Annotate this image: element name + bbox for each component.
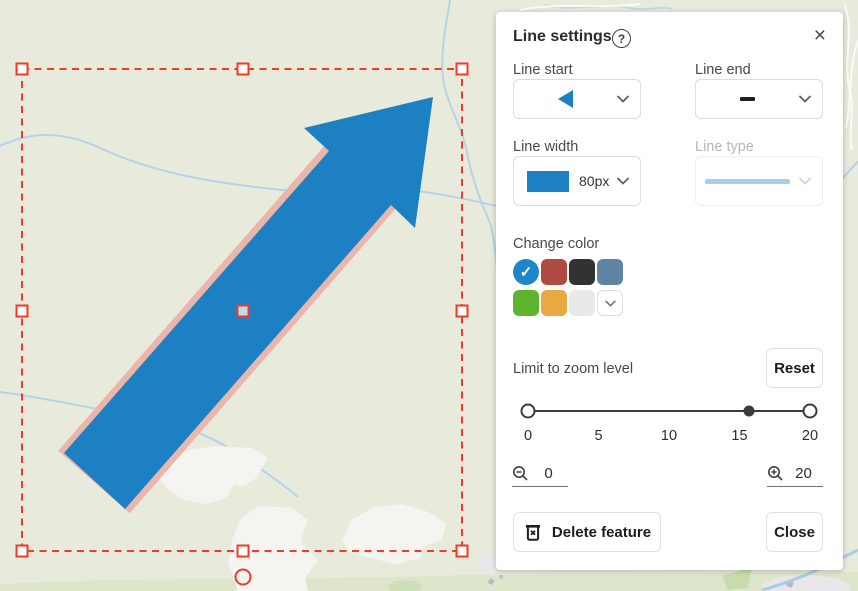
zoom-in-icon <box>767 465 784 482</box>
line-width-select[interactable]: 80px <box>513 156 641 206</box>
line-start-select[interactable] <box>513 79 641 119</box>
color-swatch-row-2 <box>513 290 623 316</box>
help-icon[interactable]: ? <box>612 29 631 48</box>
color-swatch-red[interactable] <box>541 259 567 285</box>
reset-button[interactable]: Reset <box>766 348 823 388</box>
slider-track[interactable] <box>528 410 810 413</box>
zoom-out-icon <box>512 465 529 482</box>
line-settings-panel: Line settings ? × Line start Line end Li… <box>496 12 843 570</box>
handle-mid-left[interactable] <box>17 306 28 317</box>
change-color-label: Change color <box>513 236 599 252</box>
color-swatch-row-1: ✓ <box>513 259 623 285</box>
handle-top-mid[interactable] <box>238 64 249 75</box>
app-window: Line settings ? × Line start Line end Li… <box>0 0 858 591</box>
slider-handle-max[interactable] <box>803 404 818 419</box>
trash-delete-icon <box>523 522 543 542</box>
current-zoom-marker <box>744 406 755 417</box>
line-start-arrow-icon <box>558 90 573 108</box>
delete-feature-label: Delete feature <box>552 524 651 541</box>
slider-handle-min[interactable] <box>521 404 536 419</box>
zoom-limit-label: Limit to zoom level <box>513 361 633 377</box>
handle-top-right[interactable] <box>457 64 468 75</box>
line-type-label: Line type <box>695 139 754 155</box>
line-type-preview-icon <box>705 179 790 184</box>
color-swatch-steel-blue[interactable] <box>597 259 623 285</box>
handle-bottom-right[interactable] <box>457 546 468 557</box>
line-type-select <box>695 156 823 206</box>
min-zoom-input[interactable]: 0 <box>512 460 568 487</box>
line-end-label: Line end <box>695 62 751 78</box>
handle-center[interactable] <box>238 306 249 317</box>
more-colors-button[interactable] <box>597 290 623 316</box>
slider-tick-labels: 0 5 10 15 20 <box>528 428 810 446</box>
color-swatch-blue-selected[interactable]: ✓ <box>513 259 539 285</box>
delete-feature-button[interactable]: Delete feature <box>513 512 661 552</box>
handle-mid-right[interactable] <box>457 306 468 317</box>
line-start-label: Line start <box>513 62 573 78</box>
color-swatch-light-gray[interactable] <box>569 290 595 316</box>
max-zoom-value: 20 <box>795 465 812 482</box>
check-icon: ✓ <box>520 263 533 281</box>
panel-title: Line settings <box>513 28 612 46</box>
tick-label: 0 <box>524 428 532 444</box>
max-zoom-input[interactable]: 20 <box>767 460 823 487</box>
handle-bottom-left[interactable] <box>17 546 28 557</box>
min-zoom-value: 0 <box>544 465 552 482</box>
line-width-value: 80px <box>579 173 617 189</box>
chevron-down-icon <box>617 177 629 185</box>
chevron-down-icon <box>605 294 616 312</box>
line-end-select[interactable] <box>695 79 823 119</box>
color-swatch-black[interactable] <box>569 259 595 285</box>
tick-label: 5 <box>594 428 602 444</box>
tick-label: 20 <box>802 428 818 444</box>
tick-label: 15 <box>731 428 747 444</box>
close-button[interactable]: Close <box>766 512 823 552</box>
handle-top-left[interactable] <box>17 64 28 75</box>
color-swatch-green[interactable] <box>513 290 539 316</box>
line-width-color-swatch <box>527 171 569 192</box>
chevron-down-icon <box>799 95 811 103</box>
close-icon[interactable]: × <box>814 25 826 46</box>
tick-label: 10 <box>661 428 677 444</box>
line-end-dash-icon <box>740 97 755 101</box>
line-width-label: Line width <box>513 139 578 155</box>
zoom-range-slider <box>528 400 810 422</box>
chevron-down-icon <box>617 95 629 103</box>
color-swatch-orange[interactable] <box>541 290 567 316</box>
handle-bottom-mid[interactable] <box>238 546 249 557</box>
chevron-down-icon <box>799 177 811 185</box>
